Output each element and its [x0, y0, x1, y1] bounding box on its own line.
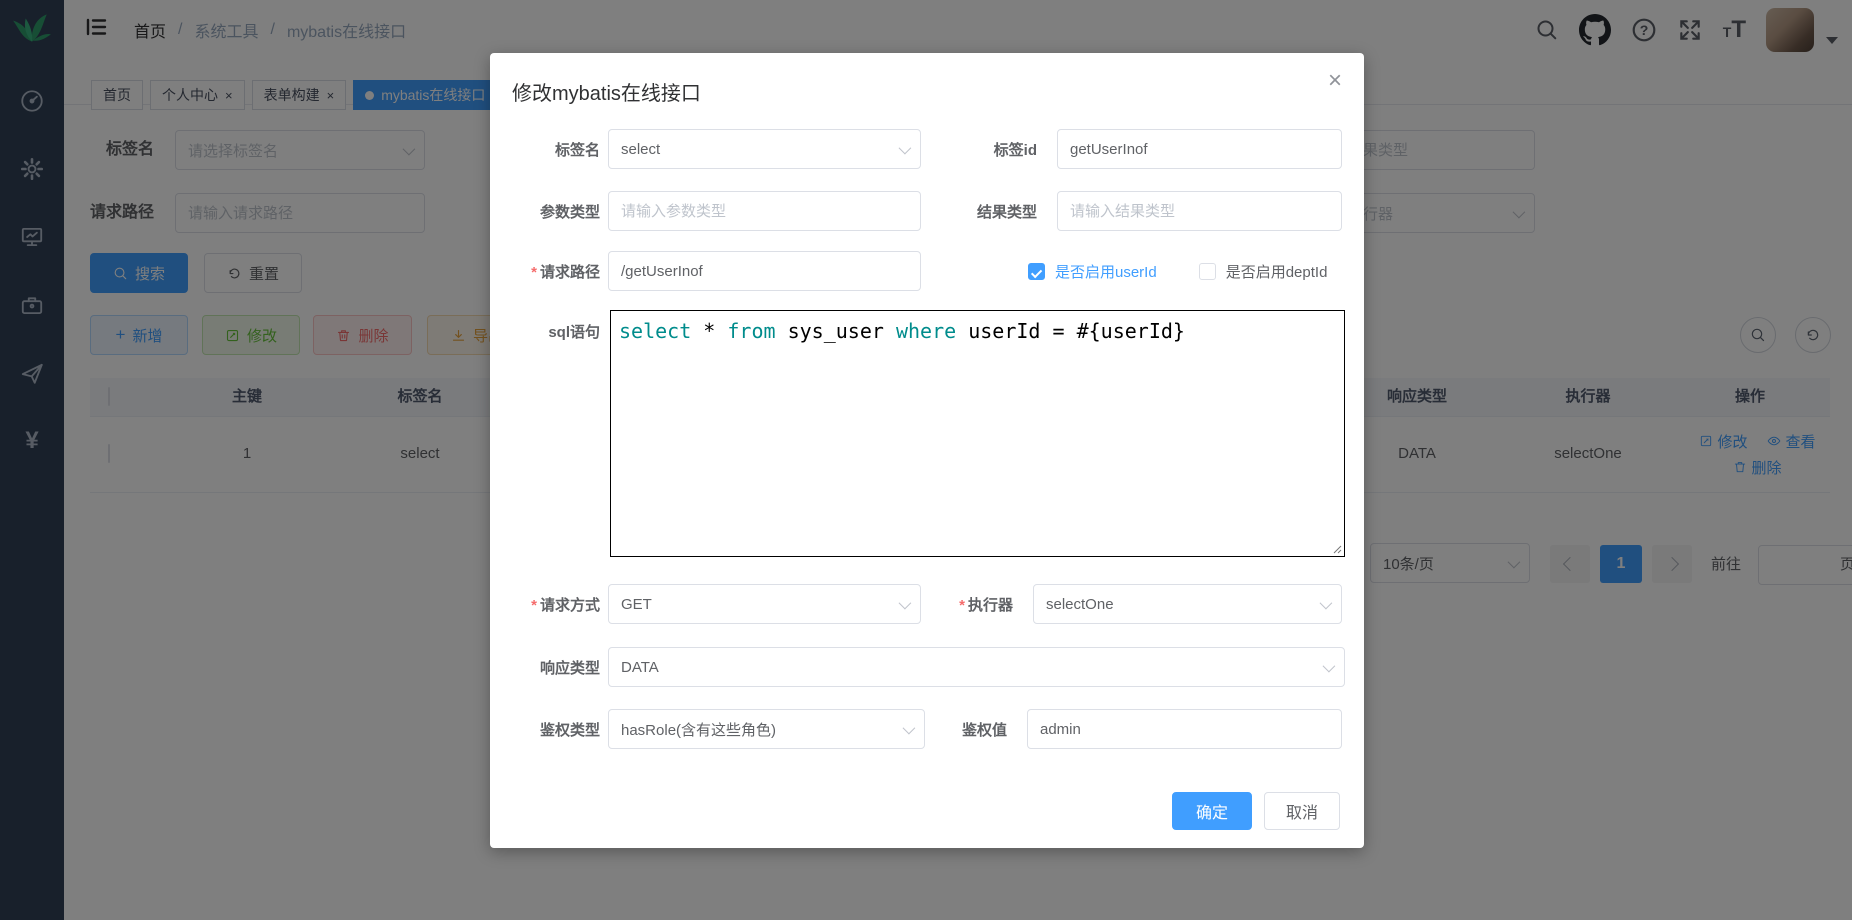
chevron-down-icon	[903, 721, 916, 734]
method-label: *请求方式	[510, 594, 600, 615]
sql-editor[interactable]: select * from sys_user where userId = #{…	[610, 310, 1345, 557]
tag-id-input[interactable]	[1057, 129, 1342, 169]
resize-grip[interactable]	[1331, 543, 1342, 554]
response-type-label: 响应类型	[510, 657, 600, 678]
param-type-input[interactable]	[608, 191, 921, 231]
result-type-input[interactable]	[1057, 191, 1342, 231]
path-input[interactable]	[608, 251, 921, 291]
executor-select[interactable]: selectOne	[1033, 584, 1342, 624]
chevron-down-icon	[1320, 596, 1333, 609]
response-type-select[interactable]: DATA	[608, 647, 1345, 687]
confirm-button[interactable]: 确定	[1172, 792, 1252, 830]
checkbox-icon	[1028, 263, 1045, 280]
result-type-label: 结果类型	[921, 201, 1049, 222]
path-label: *请求路径	[510, 261, 600, 282]
auth-type-label: 鉴权类型	[510, 719, 600, 740]
method-select[interactable]: GET	[608, 584, 921, 624]
chevron-down-icon	[899, 596, 912, 609]
enable-deptid-checkbox[interactable]: 是否启用deptId	[1199, 261, 1328, 282]
auth-type-select[interactable]: hasRole(含有这些角色)	[608, 709, 925, 749]
dialog-title: 修改mybatis在线接口	[512, 77, 701, 106]
cancel-button[interactable]: 取消	[1264, 792, 1340, 830]
edit-mybatis-dialog: 修改mybatis在线接口 × 标签名 select 标签id 参数类型 结果类…	[490, 53, 1364, 848]
chevron-down-icon	[1323, 659, 1336, 672]
tag-id-label: 标签id	[921, 139, 1049, 160]
param-type-label: 参数类型	[510, 201, 600, 222]
app-page: ¥ 首页 / 系统工具 / mybatis在线接口	[0, 0, 1852, 920]
sql-label: sql语句	[510, 321, 600, 342]
auth-value-input[interactable]	[1027, 709, 1342, 749]
chevron-down-icon	[899, 141, 912, 154]
enable-userid-checkbox[interactable]: 是否启用userId	[1028, 261, 1157, 282]
auth-value-label: 鉴权值	[925, 719, 1019, 740]
tag-name-select[interactable]: select	[608, 129, 921, 169]
tag-name-label: 标签名	[510, 139, 600, 160]
checkbox-icon	[1199, 263, 1216, 280]
close-icon[interactable]: ×	[1328, 69, 1342, 93]
executor-label: *执行器	[921, 594, 1025, 615]
